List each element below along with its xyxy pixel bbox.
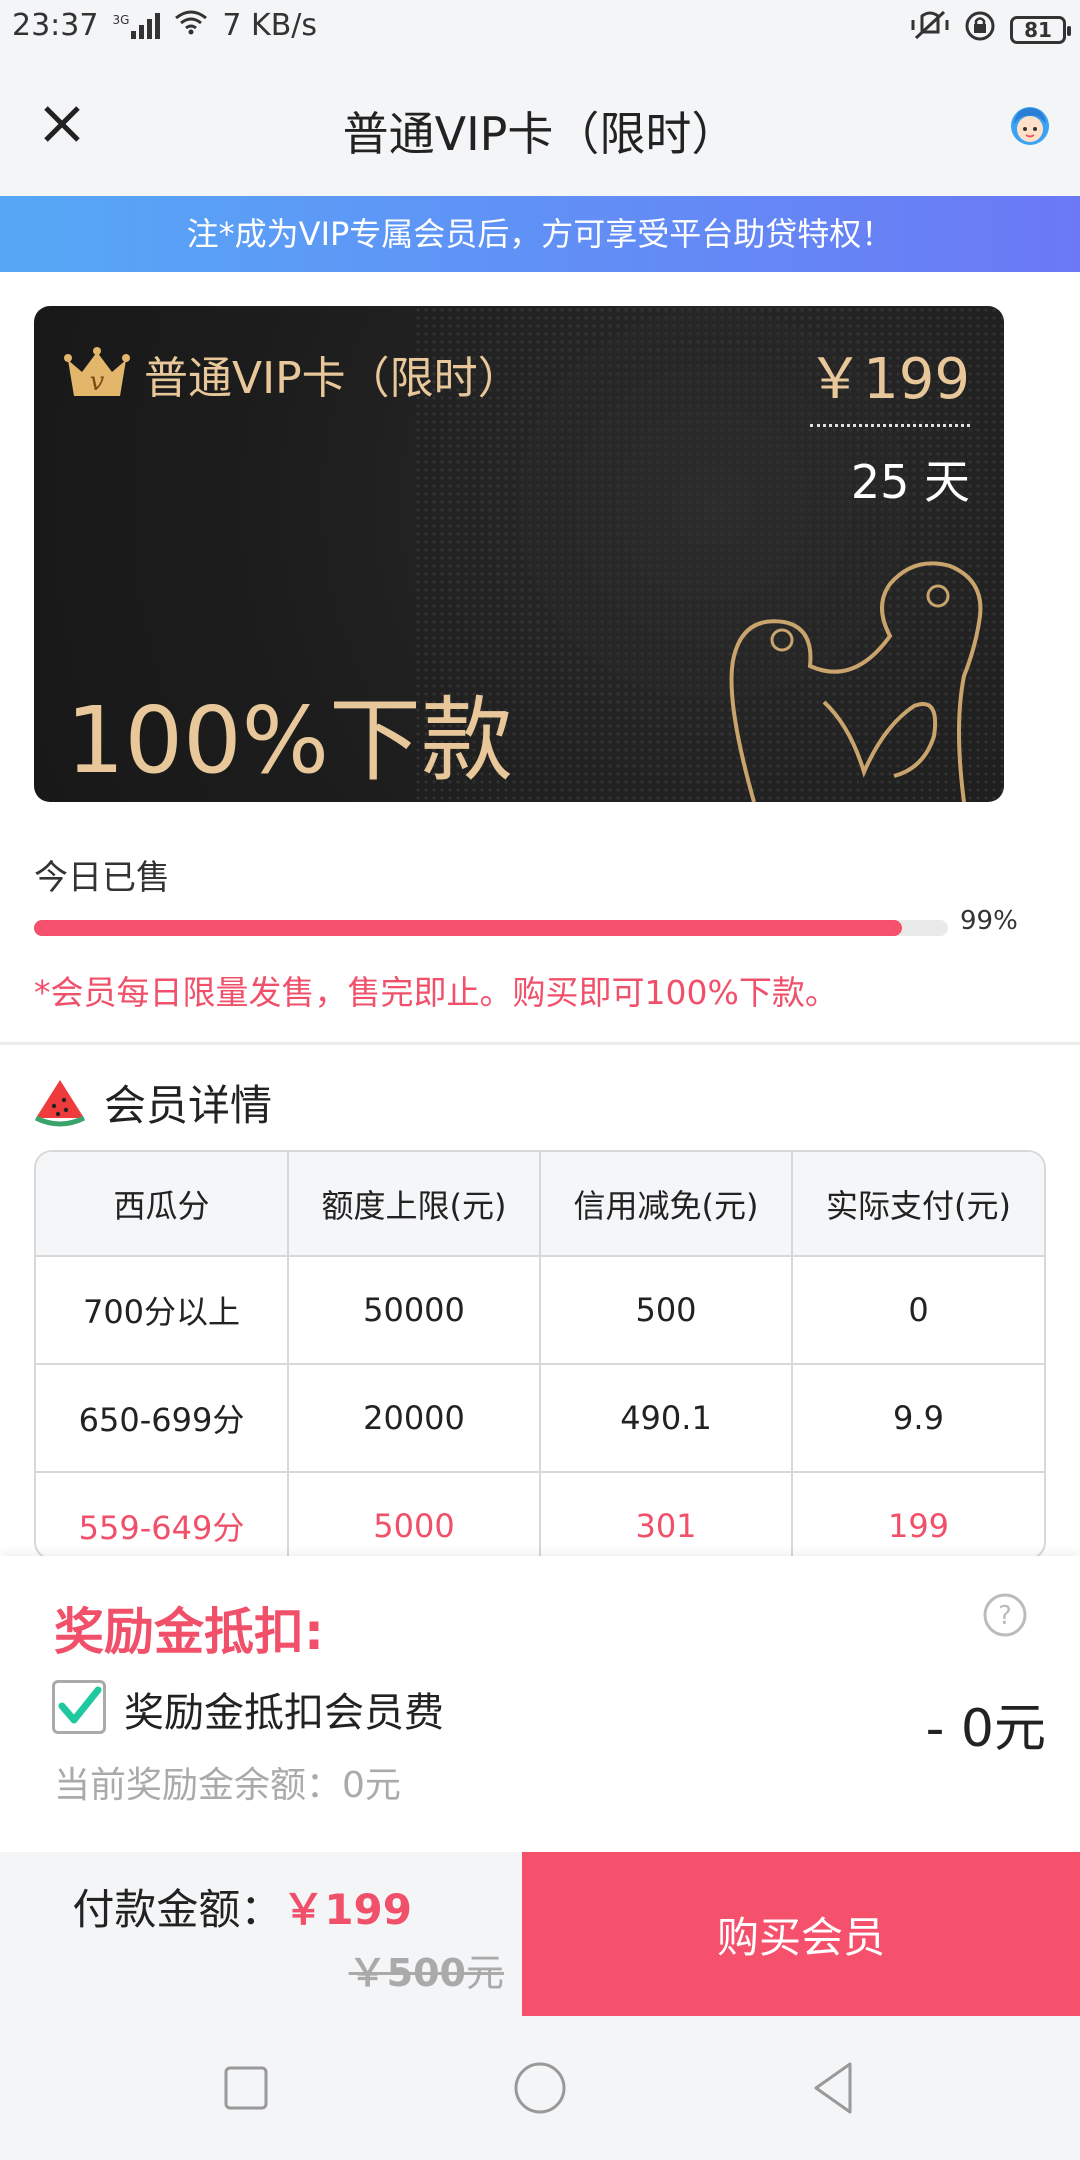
bonus-balance: 当前奖励金余额：0元 bbox=[54, 1765, 401, 1806]
crown-letter: v bbox=[90, 367, 105, 397]
limit-notice: *会员每日限量发售，售完即止。购买即可100%下款。 bbox=[34, 973, 838, 1012]
table-cell: 490.1 bbox=[539, 1363, 793, 1473]
table-cell: 500 bbox=[539, 1255, 793, 1365]
table-header-cell: 实际支付(元) bbox=[791, 1152, 1044, 1257]
recent-apps-icon[interactable] bbox=[214, 2056, 278, 2120]
table-cell: 199 bbox=[791, 1471, 1044, 1558]
original-price-unit: 元 bbox=[465, 1951, 504, 1995]
table-row: 650-699分 20000 490.1 9.9 bbox=[36, 1363, 1044, 1473]
sales-progress-text: 99% bbox=[960, 906, 1018, 936]
card-title: 普通VIP卡（限时） bbox=[144, 353, 522, 404]
system-nav-bar bbox=[0, 2016, 1080, 2160]
table-cell: 0 bbox=[791, 1255, 1044, 1365]
card-duration: 25 天 bbox=[850, 455, 970, 509]
table-cell: 5000 bbox=[287, 1471, 541, 1558]
original-price-value: ￥500 bbox=[348, 1951, 466, 1995]
bonus-title: 奖励金抵扣: bbox=[54, 1603, 324, 1661]
watermelon-icon bbox=[34, 1080, 86, 1127]
details-table: 西瓜分 额度上限(元) 信用减免(元) 实际支付(元) 700分以上 50000… bbox=[34, 1150, 1046, 1560]
help-icon[interactable]: ? bbox=[982, 1592, 1028, 1638]
vip-card: v 普通VIP卡（限时） ￥199 25 天 100%下款 bbox=[34, 306, 1004, 802]
crown-icon: v bbox=[64, 347, 130, 397]
customer-service-avatar-icon bbox=[1011, 107, 1049, 145]
page-title: 普通VIP卡（限时） bbox=[342, 107, 738, 161]
buy-membership-button[interactable]: 购买会员 bbox=[522, 1852, 1080, 2016]
table-header-cell: 额度上限(元) bbox=[287, 1152, 541, 1257]
bonus-deduct-amount: - 0元 bbox=[925, 1699, 1046, 1759]
details-header: 会员详情 bbox=[34, 1072, 272, 1132]
battery-icon: 81 bbox=[1010, 16, 1071, 44]
price-divider bbox=[810, 424, 970, 427]
back-icon[interactable] bbox=[802, 2056, 866, 2120]
checkmark-icon bbox=[58, 1686, 102, 1724]
vibrate-mute-icon bbox=[910, 10, 950, 50]
table-header-row: 西瓜分 额度上限(元) 信用减免(元) 实际支付(元) bbox=[36, 1152, 1044, 1257]
payment-bar: 付款金额：￥199 ￥500元 购买会员 bbox=[0, 1852, 1080, 2016]
payment-label: 付款金额： bbox=[72, 1885, 283, 1934]
card-slogan: 100%下款 bbox=[66, 687, 514, 794]
title-bar: 普通VIP卡（限时） bbox=[0, 56, 1080, 196]
table-header-cell: 信用减免(元) bbox=[539, 1152, 793, 1257]
table-cell: 50000 bbox=[287, 1255, 541, 1365]
sales-progress-fill bbox=[34, 920, 903, 936]
notice-banner: 注*成为VIP专属会员后，方可享受平台助贷特权！ bbox=[0, 196, 1080, 272]
customer-service-button[interactable] bbox=[1006, 100, 1054, 148]
bonus-panel: 奖励金抵扣: ? 奖励金抵扣会员费 - 0元 当前奖励金余额：0元 bbox=[0, 1556, 1080, 1852]
table-row: 700分以上 50000 500 0 bbox=[36, 1255, 1044, 1365]
bonus-checkbox[interactable] bbox=[52, 1680, 106, 1734]
details-title: 会员详情 bbox=[104, 1080, 273, 1130]
status-time: 23:37 bbox=[12, 8, 99, 43]
table-cell: 9.9 bbox=[791, 1363, 1044, 1473]
sales-progress-bar bbox=[34, 920, 948, 936]
table-cell: 559-649分 bbox=[36, 1471, 289, 1558]
bonus-checkbox-label[interactable]: 奖励金抵扣会员费 bbox=[124, 1680, 444, 1738]
network-speed: 7 KB/s bbox=[222, 8, 318, 43]
table-row-highlighted: 559-649分 5000 301 199 bbox=[36, 1471, 1044, 1558]
table-cell: 301 bbox=[539, 1471, 793, 1558]
table-cell: 700分以上 bbox=[36, 1255, 289, 1365]
section-divider bbox=[0, 1042, 1080, 1045]
payment-amount: 付款金额：￥199 bbox=[72, 1876, 412, 1937]
table-header-cell: 西瓜分 bbox=[36, 1152, 289, 1257]
wifi-icon bbox=[174, 8, 208, 43]
original-price: ￥500元 bbox=[349, 1942, 504, 1997]
home-icon[interactable] bbox=[508, 2056, 572, 2120]
payment-value: ￥199 bbox=[282, 1885, 412, 1934]
table-cell: 20000 bbox=[287, 1363, 541, 1473]
table-cell: 650-699分 bbox=[36, 1363, 289, 1473]
sold-today-label: 今日已售 bbox=[34, 858, 170, 898]
card-price: ￥199 bbox=[807, 347, 970, 412]
lock-rotation-icon bbox=[964, 10, 996, 50]
signal-icon: 3G bbox=[112, 12, 161, 39]
battery-level: 81 bbox=[1024, 18, 1052, 42]
network-type: 3G bbox=[112, 12, 130, 27]
status-bar: 23:37 3G 7 KB/s 81 bbox=[0, 0, 1080, 56]
svg-text:?: ? bbox=[998, 1601, 1012, 1631]
crown-outline-decoration bbox=[729, 561, 983, 802]
